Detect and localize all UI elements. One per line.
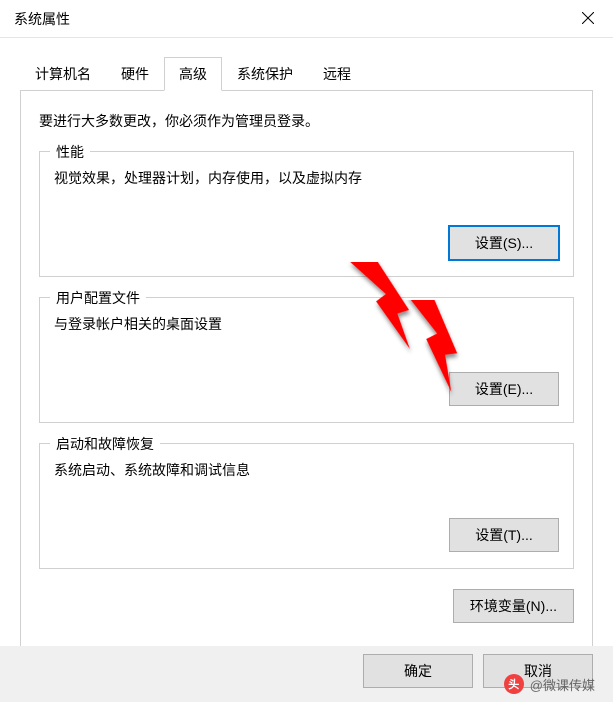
group-performance: 性能 视觉效果，处理器计划，内存使用，以及虚拟内存 设置(S)... (39, 151, 574, 277)
titlebar: 系统属性 (0, 0, 613, 38)
group-performance-title: 性能 (50, 142, 90, 162)
tab-advanced[interactable]: 高级 (164, 57, 222, 91)
tab-remote[interactable]: 远程 (308, 57, 366, 91)
window-title: 系统属性 (14, 9, 70, 29)
watermark: 头 @微课传媒 (504, 674, 595, 694)
tab-computer-name[interactable]: 计算机名 (20, 57, 106, 91)
group-user-profiles: 用户配置文件 与登录帐户相关的桌面设置 设置(E)... (39, 297, 574, 423)
group-user-profiles-title: 用户配置文件 (50, 288, 146, 308)
tab-strip: 计算机名 硬件 高级 系统保护 远程 (20, 56, 593, 91)
tab-hardware[interactable]: 硬件 (106, 57, 164, 91)
group-startup-title: 启动和故障恢复 (50, 434, 160, 454)
performance-settings-button[interactable]: 设置(S)... (449, 226, 559, 260)
group-performance-desc: 视觉效果，处理器计划，内存使用，以及虚拟内存 (54, 168, 559, 188)
group-user-profiles-desc: 与登录帐户相关的桌面设置 (54, 314, 559, 334)
close-button[interactable] (563, 0, 613, 38)
ok-button[interactable]: 确定 (363, 654, 473, 688)
admin-notice: 要进行大多数更改，你必须作为管理员登录。 (39, 111, 574, 131)
group-startup-desc: 系统启动、系统故障和调试信息 (54, 460, 559, 480)
environment-variables-button[interactable]: 环境变量(N)... (453, 589, 574, 623)
close-icon (582, 8, 594, 29)
tab-page-advanced: 要进行大多数更改，你必须作为管理员登录。 性能 视觉效果，处理器计划，内存使用，… (20, 91, 593, 653)
group-startup: 启动和故障恢复 系统启动、系统故障和调试信息 设置(T)... (39, 443, 574, 569)
user-profiles-settings-button[interactable]: 设置(E)... (449, 372, 559, 406)
watermark-icon: 头 (504, 674, 524, 694)
startup-settings-button[interactable]: 设置(T)... (449, 518, 559, 552)
tab-system-protection[interactable]: 系统保护 (222, 57, 308, 91)
watermark-text: @微课传媒 (530, 675, 595, 694)
